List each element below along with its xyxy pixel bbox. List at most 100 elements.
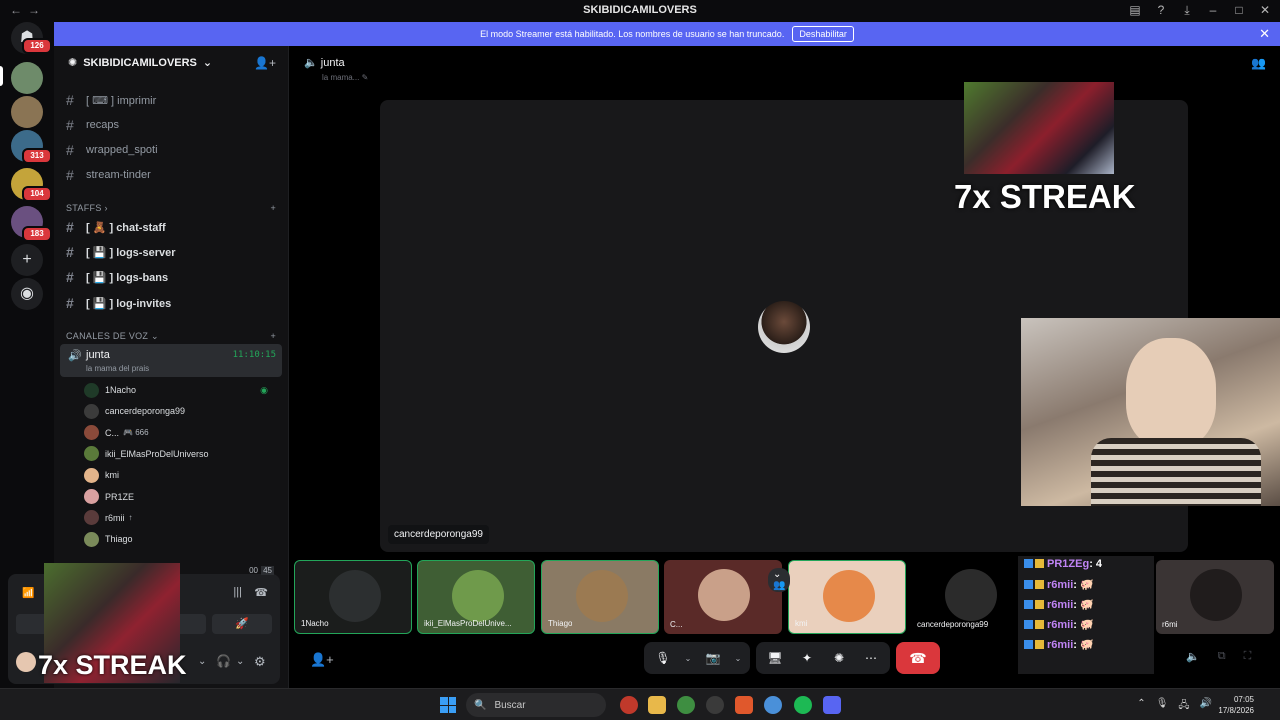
- window-title: SKIBIDICAMILOVERS: [583, 4, 697, 16]
- participant-tile[interactable]: 1Nacho: [294, 560, 412, 634]
- channel-item[interactable]: # [ 💾 ] logs-server: [66, 242, 281, 262]
- activities-icon[interactable]: ✦: [794, 645, 820, 671]
- participant-tile[interactable]: C...: [664, 560, 782, 634]
- pencil-icon[interactable]: ✎: [362, 73, 369, 82]
- opera-icon[interactable]: [620, 696, 638, 714]
- discord-icon[interactable]: [823, 696, 841, 714]
- chevron-down-icon[interactable]: ⌄: [198, 656, 206, 667]
- invite-to-call-icon[interactable]: 👤+: [310, 652, 334, 668]
- streak-overlay: 7x STREAK: [950, 82, 1136, 217]
- category-staffs[interactable]: STAFFS › +: [66, 203, 276, 213]
- network-icon[interactable]: 🖧: [1178, 698, 1189, 715]
- camera-off-icon[interactable]: 📷: [700, 645, 726, 671]
- download-icon[interactable]: ⤓: [1180, 3, 1194, 18]
- settings-gear-icon[interactable]: ⚙: [254, 654, 266, 670]
- add-server-icon[interactable]: +: [11, 244, 43, 276]
- voice-user[interactable]: PR1ZE: [84, 487, 274, 507]
- taskbar-search[interactable]: 🔍 Buscar: [466, 693, 606, 717]
- chevron-up-icon[interactable]: ⌃: [1137, 698, 1145, 715]
- channel-item[interactable]: # recaps: [66, 115, 281, 135]
- dm-badge: 126: [22, 38, 52, 54]
- mic-tray-icon[interactable]: 🎙: [1156, 698, 1169, 715]
- add-channel-icon[interactable]: +: [270, 331, 276, 342]
- brave-icon[interactable]: [735, 696, 753, 714]
- close-window-icon[interactable]: ✕: [1258, 3, 1272, 18]
- discover-icon[interactable]: ◉: [11, 278, 43, 310]
- participant-tile[interactable]: cancerdeporonga99: [911, 560, 1029, 634]
- channel-item[interactable]: # wrapped_spoti: [66, 140, 281, 160]
- soundboard-icon[interactable]: ✺: [826, 645, 852, 671]
- maximize-icon[interactable]: □: [1232, 3, 1246, 18]
- voice-user[interactable]: r6mii ↑: [84, 508, 274, 528]
- invite-user-icon[interactable]: 👤+: [254, 56, 276, 70]
- close-banner-icon[interactable]: ✕: [1259, 26, 1270, 42]
- category-label: STAFFS: [66, 203, 102, 213]
- channel-item[interactable]: # [ 🧸 ] chat-staff: [66, 217, 281, 237]
- voice-user[interactable]: ikii_ElMasProDelUniverso: [84, 444, 274, 464]
- tile-avatar: [329, 570, 381, 622]
- disconnect-call-button[interactable]: ☎: [896, 642, 940, 674]
- activities-button[interactable]: 🚀: [212, 614, 272, 634]
- noise-suppression-icon[interactable]: |||: [233, 586, 242, 598]
- guild-icon[interactable]: [11, 96, 43, 128]
- tile-avatar: [698, 569, 750, 621]
- audio-video-group: 🎙 ⌄ 📷 ⌄: [644, 642, 750, 674]
- popout-icon[interactable]: ⧉: [1218, 650, 1226, 663]
- clock-time: 07:05: [1233, 695, 1254, 704]
- channel-item[interactable]: # [ 💾 ] logs-bans: [66, 267, 281, 287]
- avatar[interactable]: [16, 652, 36, 672]
- voice-user[interactable]: 1Nacho ◉: [84, 380, 274, 400]
- help-icon[interactable]: ?: [1154, 3, 1168, 18]
- collapse-tiles-icon[interactable]: ⌄ 👥: [768, 568, 791, 592]
- voice-channel-junta[interactable]: 🔊 junta la mama del prais 11:10:15: [60, 344, 282, 377]
- github-icon[interactable]: [706, 696, 724, 714]
- participant-tile[interactable]: ikii_ElMasProDelUnive...: [417, 560, 535, 634]
- more-options-icon[interactable]: ⋯: [858, 645, 884, 671]
- chevron-down-icon[interactable]: ⌄: [236, 656, 244, 667]
- category-voice[interactable]: CANALES DE VOZ ⌄ +: [66, 331, 276, 342]
- channel-item[interactable]: # stream-tinder: [66, 165, 281, 185]
- disable-streamer-button[interactable]: Deshabilitar: [792, 26, 854, 42]
- spotify-icon[interactable]: [794, 696, 812, 714]
- participant-tile[interactable]: Thiago: [541, 560, 659, 634]
- channel-label: recaps: [86, 119, 120, 131]
- volume-icon[interactable]: 🔈: [1186, 650, 1200, 663]
- hash-icon: #: [66, 92, 74, 108]
- badge-icon: [1035, 580, 1044, 589]
- participant-tile[interactable]: kmi: [788, 560, 906, 634]
- minimize-icon[interactable]: –: [1206, 3, 1220, 18]
- call-channel-sub: la mama...: [322, 73, 360, 82]
- chat-msg: : 🐖: [1073, 639, 1094, 651]
- start-menu-icon[interactable]: [440, 697, 456, 713]
- headphones-icon[interactable]: 🎧: [216, 654, 231, 668]
- disconnect-icon[interactable]: ☎: [254, 586, 268, 599]
- chat-line: r6mii: 🐖: [1024, 578, 1094, 591]
- chrome-icon[interactable]: [677, 696, 695, 714]
- server-header[interactable]: ✺ SKIBIDICAMILOVERS ⌄: [68, 56, 212, 70]
- inbox-icon[interactable]: ▤: [1128, 3, 1142, 18]
- voice-user[interactable]: C... 🎮 666: [84, 423, 274, 443]
- guild-icon[interactable]: [11, 62, 43, 94]
- voice-timer: 11:10:15: [232, 350, 276, 360]
- participant-tile[interactable]: r6mi: [1156, 560, 1274, 634]
- members-icon[interactable]: 👥: [1251, 56, 1266, 70]
- file-explorer-icon[interactable]: [648, 696, 666, 714]
- microphone-icon[interactable]: 🎙: [650, 645, 676, 671]
- channel-item[interactable]: # [ ⌨ ] imprimir: [66, 90, 281, 110]
- clock[interactable]: 07:05 17/8/2026: [1218, 694, 1254, 716]
- screen-share-icon[interactable]: 🖥: [762, 645, 788, 671]
- voice-user[interactable]: cancerdeporonga99: [84, 401, 274, 421]
- fullscreen-icon[interactable]: ⛶: [1244, 650, 1252, 663]
- server-name: SKIBIDICAMILOVERS: [83, 56, 197, 69]
- badge-icon: [1024, 559, 1033, 568]
- app-icon[interactable]: [764, 696, 782, 714]
- voice-user[interactable]: Thiago: [84, 529, 274, 549]
- chevron-down-icon[interactable]: ⌄: [732, 645, 744, 671]
- screen-share-status-icon: ◉: [260, 384, 268, 395]
- voice-user[interactable]: kmi: [84, 465, 274, 485]
- volume-tray-icon[interactable]: 🔊: [1200, 698, 1212, 715]
- chevron-down-icon[interactable]: ⌄: [682, 645, 694, 671]
- hash-icon: #: [66, 219, 74, 235]
- add-channel-icon[interactable]: +: [270, 203, 276, 213]
- channel-item[interactable]: # [ 💾 ] log-invites: [66, 293, 281, 313]
